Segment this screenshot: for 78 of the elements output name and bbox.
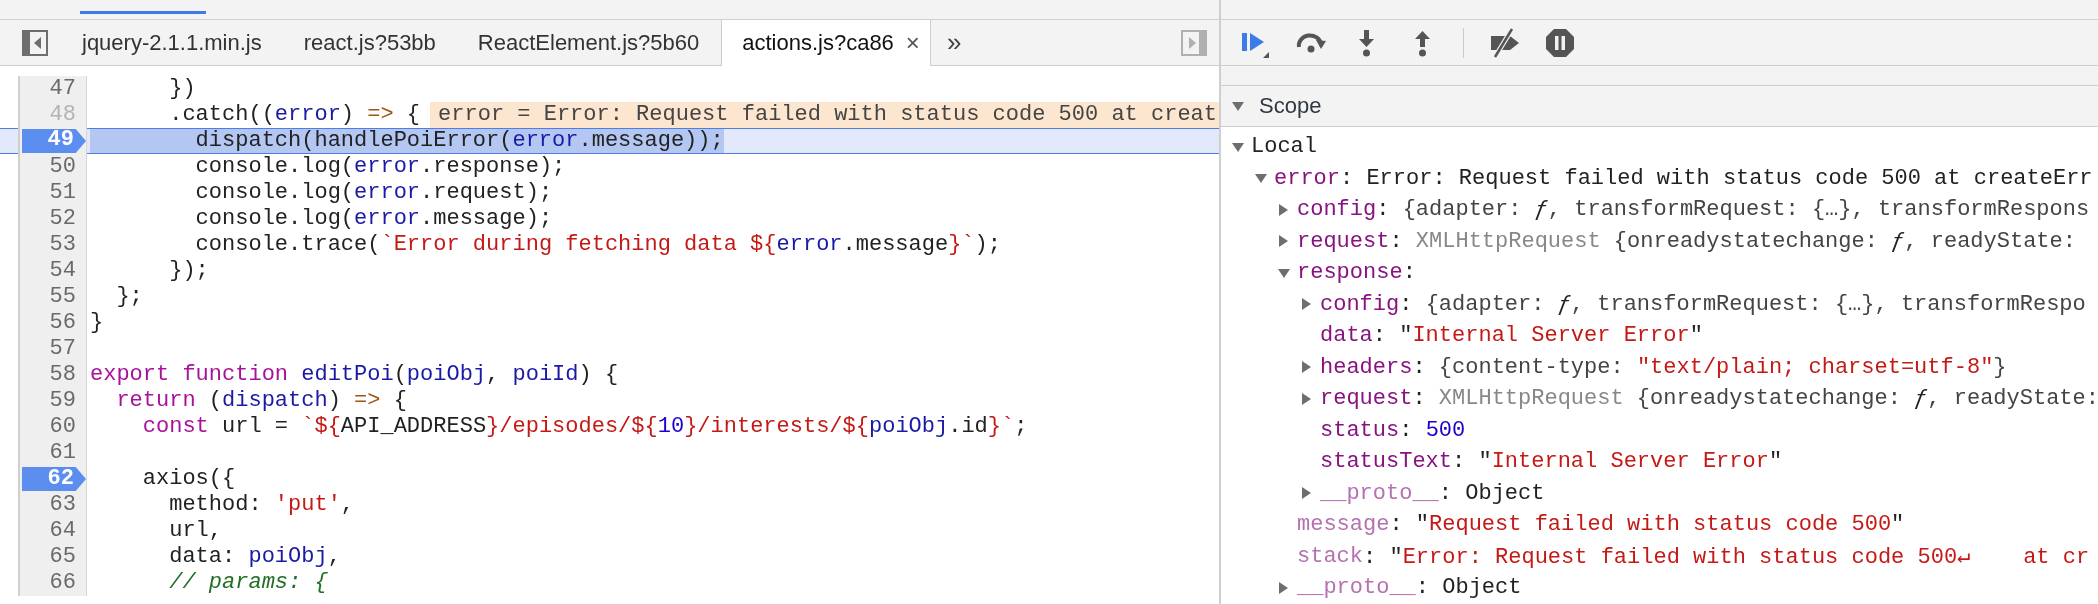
property-name[interactable]: __proto__: [1297, 575, 1416, 601]
line-number[interactable]: 47: [20, 76, 86, 102]
property-name[interactable]: error: [1274, 165, 1340, 191]
line-number[interactable]: 66: [20, 570, 86, 596]
navigator-toggle-icon[interactable]: [22, 29, 48, 56]
inline-value: error = Error: Request failed with status code 500 at creat: [430, 102, 1219, 128]
line-number[interactable]: 58: [20, 362, 86, 388]
line-number[interactable]: 65: [20, 544, 86, 570]
property-value: : 500: [1399, 417, 1466, 443]
property-name[interactable]: response: [1297, 260, 1403, 286]
section-title[interactable]: Scope: [1259, 93, 1322, 119]
line-number[interactable]: 60: [20, 414, 86, 440]
property-name: message: [1297, 512, 1390, 538]
code-line: console.log(error.request);: [194, 180, 553, 206]
property-value: : {content-type: "text/plain; charset=utf-8"}: [1412, 354, 2007, 380]
more-tabs-button[interactable]: »: [946, 27, 962, 58]
code-line: });: [168, 258, 209, 284]
property-name[interactable]: config: [1320, 291, 1400, 317]
deactivate-breakpoints-icon[interactable]: [1488, 26, 1520, 59]
code-line: // params: {: [168, 570, 328, 596]
property-value: : XMLHttpRequest {onreadystatechange: ƒ, readyState:: [1412, 386, 2098, 412]
line-number[interactable]: 55: [20, 284, 86, 310]
property-name: status: [1320, 417, 1400, 443]
property-value: : "Request failed with status code 500": [1389, 512, 1905, 538]
property-value: : "Internal Server Error": [1452, 449, 1783, 475]
line-number[interactable]: 57: [20, 336, 86, 362]
property-value: : "Internal Server Error": [1372, 323, 1703, 349]
property-name: statusText: [1320, 449, 1453, 475]
line-number[interactable]: 51: [20, 180, 86, 206]
close-button[interactable]: ×: [905, 29, 920, 57]
breakpoint-marker[interactable]: 49: [22, 128, 86, 154]
line-number[interactable]: 56: [20, 310, 86, 336]
code-line: }): [168, 76, 196, 102]
property-name: stack: [1297, 543, 1363, 569]
expanded-arrow-icon[interactable]: [1231, 99, 1245, 113]
code-line: method: 'put',: [168, 492, 355, 518]
scope-name[interactable]: Local: [1251, 134, 1317, 160]
property-name[interactable]: config: [1297, 197, 1377, 223]
file-tab[interactable]: actions.js?ca86 ×: [721, 20, 931, 66]
file-tab[interactable]: react.js?53bb: [283, 20, 458, 65]
code-line: url,: [168, 518, 223, 544]
property-value: :: [1402, 260, 1416, 286]
property-value: : Object: [1438, 480, 1545, 506]
pause-on-exceptions-icon[interactable]: [1544, 26, 1576, 59]
code-line: .catch((error) => {: [168, 102, 421, 128]
property-name[interactable]: request: [1320, 386, 1413, 412]
property-value: : Object: [1415, 575, 1522, 601]
line-number[interactable]: 63: [20, 492, 86, 518]
code-line: console.trace(`Error during fetching data ${error.message}`);: [194, 232, 1001, 258]
line-number[interactable]: 53: [20, 232, 86, 258]
line-number[interactable]: 59: [20, 388, 86, 414]
code-line: export function editPoi(poiObj, poiId) {: [90, 362, 619, 388]
line-number[interactable]: 64: [20, 518, 86, 544]
line-number[interactable]: 52: [20, 206, 86, 232]
file-tab[interactable]: ReactElement.js?5b60: [457, 20, 722, 65]
code-line: console.log(error.message);: [194, 206, 553, 232]
breakpoint-marker[interactable]: 62: [22, 466, 86, 492]
code-line: };: [115, 284, 143, 310]
property-value: : XMLHttpRequest {onreadystatechange: ƒ, readyState:: [1389, 228, 2077, 254]
code-line: axios({: [141, 466, 236, 492]
file-tab[interactable]: jquery-2.1.1.min.js: [62, 20, 284, 65]
code-line: data: poiObj,: [168, 544, 341, 570]
property-name[interactable]: __proto__: [1320, 480, 1439, 506]
property-name[interactable]: headers: [1320, 354, 1413, 380]
property-value: : Error: Request failed with status code 500 at createErr: [1340, 165, 2093, 191]
property-name[interactable]: request: [1297, 228, 1390, 254]
line-number[interactable]: 50: [20, 154, 86, 180]
code-line: const url = `${API_ADDRESS}/episodes/${10}/interests/${poiObj.id}`;: [141, 414, 1028, 440]
code-line: }: [90, 310, 104, 336]
line-number[interactable]: 61: [20, 440, 86, 466]
property-name: data: [1320, 323, 1373, 349]
property-value: : {adapter: ƒ, transformRequest: {…}, transformRespons: [1376, 197, 2090, 223]
property-value: : "Error: Request failed with status code 500↵ at cr: [1363, 543, 2090, 570]
line-number[interactable]: 54: [20, 258, 86, 284]
debugger-toggle-icon[interactable]: [1181, 29, 1207, 56]
code-line: console.log(error.response);: [194, 154, 566, 180]
code-line: return (dispatch) => {: [115, 388, 407, 414]
property-value: : {adapter: ƒ, transformRequest: {…}, transformRespo: [1399, 291, 2086, 317]
